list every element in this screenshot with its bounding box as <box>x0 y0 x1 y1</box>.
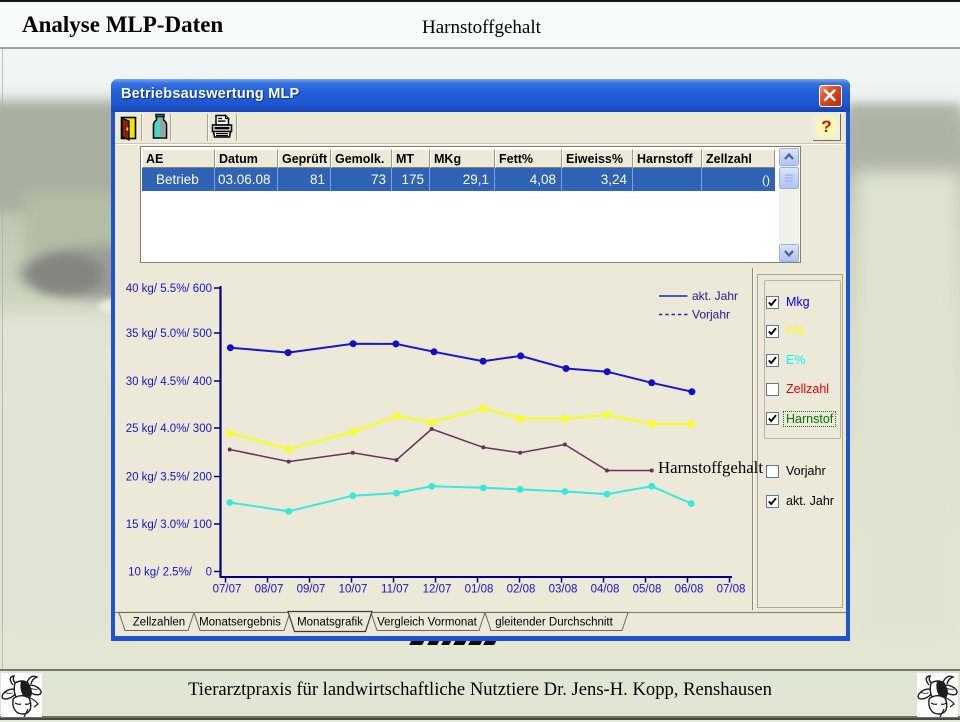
svg-text:15 kg/ 3.0%/ 100: 15 kg/ 3.0%/ 100 <box>126 519 212 531</box>
svg-text:Zellzahlen: Zellzahlen <box>133 617 185 629</box>
svg-text:Vergleich Vormonat: Vergleich Vormonat <box>377 617 478 629</box>
svg-text:gleitender Durchschnitt: gleitender Durchschnitt <box>495 617 613 629</box>
svg-text:04/08: 04/08 <box>591 584 620 596</box>
svg-text:07/07: 07/07 <box>213 584 242 596</box>
svg-text:06/08: 06/08 <box>675 584 704 596</box>
svg-text:30 kg/ 4.5%/ 400: 30 kg/ 4.5%/ 400 <box>126 376 212 388</box>
svg-text:07/08: 07/08 <box>717 584 746 596</box>
svg-text:10/07: 10/07 <box>339 584 368 596</box>
svg-text:09/07: 09/07 <box>297 584 326 596</box>
svg-text:08/07: 08/07 <box>255 584 284 596</box>
svg-text:0: 0 <box>206 567 212 579</box>
svg-text:35 kg/ 5.0%/ 500: 35 kg/ 5.0%/ 500 <box>126 328 212 340</box>
svg-text:01/08: 01/08 <box>465 584 494 596</box>
svg-text:Vorjahr: Vorjahr <box>692 308 730 322</box>
svg-text:12/07: 12/07 <box>423 584 452 596</box>
svg-text:03/08: 03/08 <box>549 584 578 596</box>
svg-text:akt. Jahr: akt. Jahr <box>692 289 738 303</box>
svg-text:Monatsgrafik: Monatsgrafik <box>297 617 363 629</box>
svg-text:25 kg/ 4.0%/ 300: 25 kg/ 4.0%/ 300 <box>126 423 212 435</box>
svg-text:11/07: 11/07 <box>381 584 409 596</box>
svg-text:05/08: 05/08 <box>633 584 662 596</box>
svg-text:Monatsergebnis: Monatsergebnis <box>199 617 281 629</box>
svg-text:20 kg/ 3.5%/ 200: 20 kg/ 3.5%/ 200 <box>126 472 212 484</box>
svg-text:10 kg/ 2.5%/: 10 kg/ 2.5%/ <box>128 567 193 579</box>
svg-text:02/08: 02/08 <box>507 584 536 596</box>
svg-text:40 kg/ 5.5%/ 600: 40 kg/ 5.5%/ 600 <box>126 283 212 295</box>
